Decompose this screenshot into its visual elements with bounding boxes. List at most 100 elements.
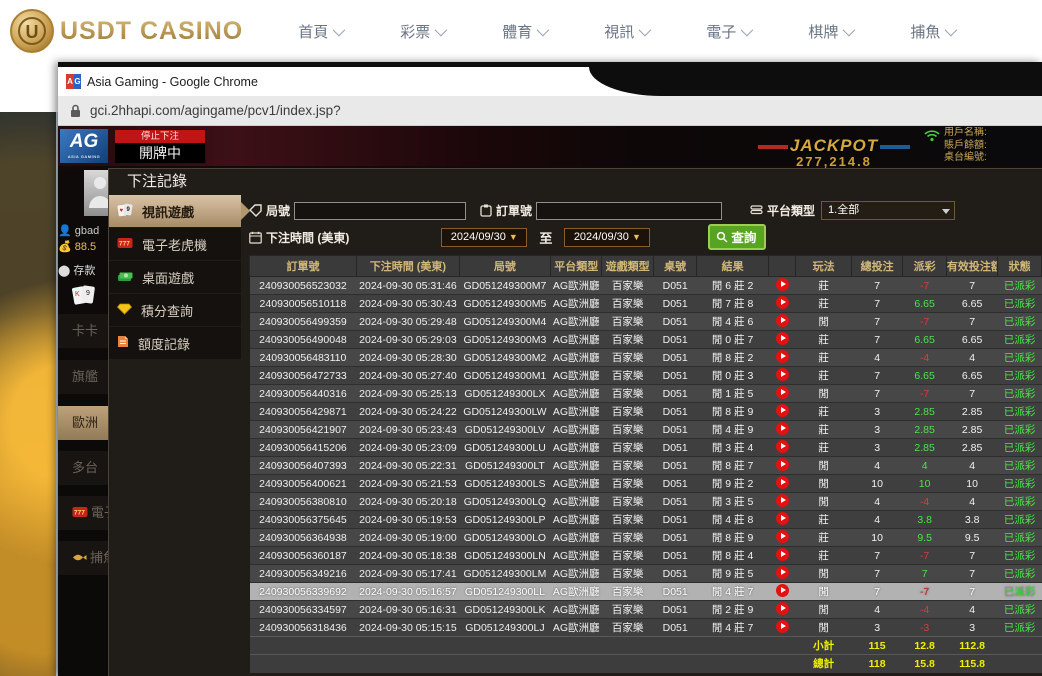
- cell-replay: [768, 277, 796, 295]
- coin-logo-icon: U: [10, 9, 54, 53]
- cell-valid-bet: 7: [946, 385, 997, 403]
- nav-item[interactable]: 彩票: [400, 21, 444, 42]
- search-button[interactable]: 查詢: [708, 224, 766, 250]
- user-info-block: 用戶名稱: 賬戶餘額: 桌台編號:: [924, 127, 1042, 165]
- background-white-strip: [0, 62, 58, 112]
- cell-status: 已派彩: [998, 277, 1042, 295]
- play-replay-button[interactable]: [776, 278, 789, 291]
- play-replay-button[interactable]: [776, 530, 789, 543]
- cell-payout: 6.65: [903, 295, 947, 313]
- cell-result: 閒 3 莊 4: [697, 439, 768, 457]
- cell-order-no: 240930056360187: [250, 547, 357, 565]
- cell-payout: 7: [903, 565, 947, 583]
- cell-table-no: D051: [653, 547, 697, 565]
- cell-valid-bet: 7: [946, 547, 997, 565]
- cell-payout: 10: [903, 475, 947, 493]
- play-replay-button[interactable]: [776, 296, 789, 309]
- menu-item-cards[interactable]: ♥9視訊遊戲: [109, 195, 241, 227]
- cell-platform: AG歐洲廳: [550, 601, 601, 619]
- cell-status: 已派彩: [998, 547, 1042, 565]
- play-replay-button[interactable]: [776, 386, 789, 399]
- nav-item[interactable]: 首頁: [298, 21, 342, 42]
- nav-item-label: 棋牌: [808, 21, 838, 42]
- cell-game-type: 百家樂: [602, 403, 653, 421]
- totals-bet: 115: [851, 637, 902, 655]
- window-title: Asia Gaming - Google Chrome: [87, 75, 258, 89]
- menu-item-document[interactable]: 額度記錄: [109, 327, 241, 359]
- cell-replay: [768, 547, 796, 565]
- nav-item[interactable]: 視訊: [604, 21, 648, 42]
- cell-status: 已派彩: [998, 421, 1042, 439]
- play-replay-button[interactable]: [776, 350, 789, 363]
- play-replay-button[interactable]: [776, 314, 789, 327]
- totals-status: [998, 655, 1042, 673]
- cell-table-no: D051: [653, 277, 697, 295]
- play-replay-button[interactable]: [776, 332, 789, 345]
- play-replay-button[interactable]: [776, 584, 789, 597]
- site-logo[interactable]: U USDT CASINO: [10, 9, 243, 53]
- chevron-down-icon: [741, 23, 754, 36]
- totals-label: 小計: [796, 637, 851, 655]
- cell-play-type: 閒: [796, 601, 851, 619]
- background-lobby-item: 捕魚: [58, 541, 110, 575]
- table-header-row: 訂單號下注時間 (美東)局號平台類型遊戲類型桌號結果玩法總投注派彩有效投注額狀態: [250, 256, 1042, 277]
- nav-item[interactable]: 捕魚: [910, 21, 954, 42]
- play-replay-button[interactable]: [776, 476, 789, 489]
- totals-spacer: [250, 655, 796, 673]
- order-no-input[interactable]: [536, 202, 722, 220]
- ag-logo: AGASIA GAMING: [60, 129, 108, 163]
- cell-bet-time: 2024-09-30 05:29:03: [356, 331, 459, 349]
- cell-status: 已派彩: [998, 457, 1042, 475]
- cell-play-type: 莊: [796, 331, 851, 349]
- cell-bet-time: 2024-09-30 05:25:13: [356, 385, 459, 403]
- round-no-input[interactable]: [294, 202, 466, 220]
- menu-item-diamond[interactable]: 積分查詢: [109, 294, 241, 326]
- cell-play-type: 莊: [796, 529, 851, 547]
- cell-game-type: 百家樂: [602, 313, 653, 331]
- play-replay-button[interactable]: [776, 602, 789, 615]
- panel-title: 下注記錄: [109, 169, 1042, 195]
- menu-item-slot[interactable]: 777電子老虎機: [109, 228, 241, 260]
- cell-bet-time: 2024-09-30 05:18:38: [356, 547, 459, 565]
- cell-order-no: 240930056483110: [250, 349, 357, 367]
- play-replay-button[interactable]: [776, 404, 789, 417]
- page-background-left: [0, 62, 58, 676]
- table-row: 2409300565101182024-09-30 05:30:43GD0512…: [250, 295, 1042, 313]
- date-to-picker[interactable]: 2024/09/30 ▼: [564, 228, 650, 247]
- play-replay-button[interactable]: [776, 494, 789, 507]
- table-row: 2409300564993592024-09-30 05:29:48GD0512…: [250, 313, 1042, 331]
- order-no-label: 訂單號: [480, 202, 532, 219]
- play-replay-button[interactable]: [776, 566, 789, 579]
- menu-item-money[interactable]: 桌面遊戲: [109, 261, 241, 293]
- platform-type-select[interactable]: 1.全部: [821, 201, 955, 220]
- cell-table-no: D051: [653, 583, 697, 601]
- document-icon: [117, 335, 129, 351]
- play-replay-button[interactable]: [776, 422, 789, 435]
- chevron-down-icon: [435, 23, 448, 36]
- cell-platform: AG歐洲廳: [550, 331, 601, 349]
- cell-table-no: D051: [653, 439, 697, 457]
- cell-play-type: 閒: [796, 565, 851, 583]
- cell-platform: AG歐洲廳: [550, 403, 601, 421]
- cell-table-no: D051: [653, 601, 697, 619]
- play-replay-button[interactable]: [776, 440, 789, 453]
- cell-payout: 2.85: [903, 403, 947, 421]
- nav-item[interactable]: 棋牌: [808, 21, 852, 42]
- play-replay-button[interactable]: [776, 620, 789, 633]
- cell-order-no: 240930056440316: [250, 385, 357, 403]
- nav-item[interactable]: 體育: [502, 21, 546, 42]
- column-header: [768, 256, 796, 277]
- url-bar[interactable]: gci.2hhapi.com/agingame/pcv1/index.jsp?: [58, 96, 1042, 126]
- play-replay-button[interactable]: [776, 368, 789, 381]
- date-from-picker[interactable]: 2024/09/30 ▼: [441, 228, 527, 247]
- nav-item[interactable]: 電子: [706, 21, 750, 42]
- records-content: 局號 訂單號 平台類型 1.全: [241, 195, 1042, 676]
- column-header: 有效投注額: [946, 256, 997, 277]
- cell-total-bet: 7: [851, 583, 902, 601]
- play-replay-button[interactable]: [776, 512, 789, 525]
- cell-table-no: D051: [653, 331, 697, 349]
- play-replay-button[interactable]: [776, 548, 789, 561]
- cell-status: 已派彩: [998, 313, 1042, 331]
- table-row: 2409300564298712024-09-30 05:24:22GD0512…: [250, 403, 1042, 421]
- play-replay-button[interactable]: [776, 458, 789, 471]
